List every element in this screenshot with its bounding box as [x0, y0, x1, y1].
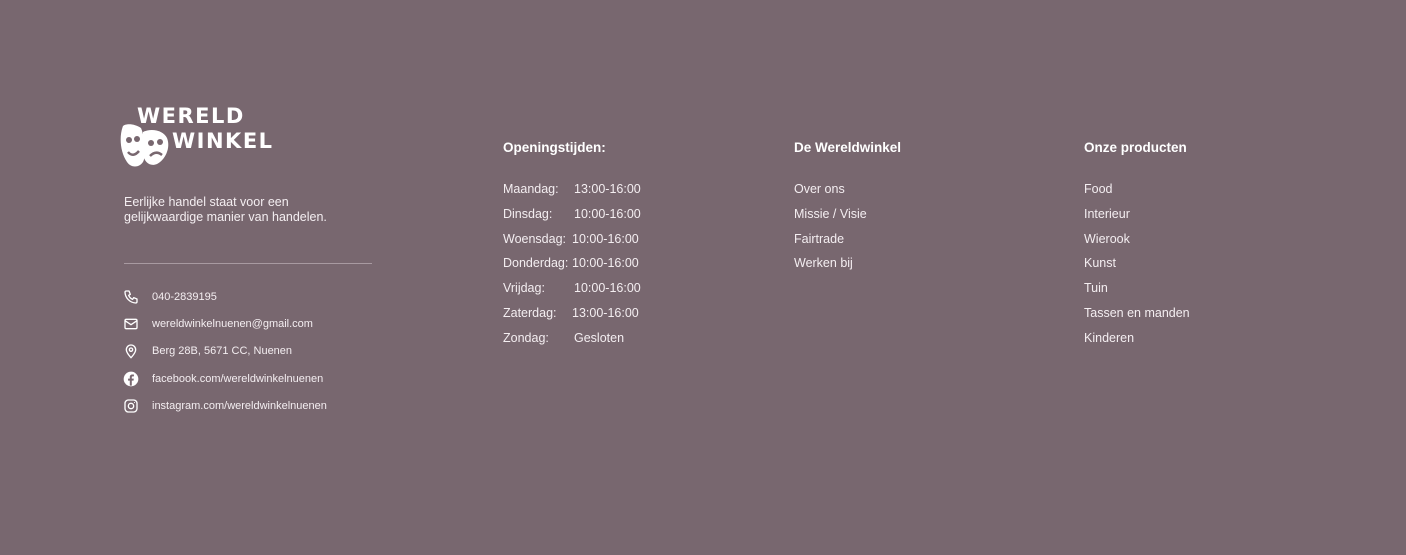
hours-time: 10:00-16:00: [572, 231, 639, 246]
phone-icon: [123, 289, 139, 305]
hours-row-sunday: Zondag: Gesloten: [503, 331, 673, 356]
contact-address[interactable]: Berg 28B, 5671 CC, Nuenen: [123, 338, 327, 365]
contact-email-text: wereldwinkelnuenen@gmail.com: [152, 317, 313, 330]
hours-row-friday: Vrijdag: 10:00-16:00: [503, 281, 673, 306]
instagram-icon: [123, 398, 139, 414]
link-werken-bij[interactable]: Werken bij: [794, 256, 867, 281]
about-links: Over ons Missie / Visie Fairtrade Werken…: [794, 182, 867, 281]
hours-time: 10:00-16:00: [574, 206, 641, 221]
hours-time: 13:00-16:00: [572, 305, 639, 320]
contact-phone[interactable]: 040-2839195: [123, 283, 327, 310]
contact-list: 040-2839195 wereldwinkelnuenen@gmail.com…: [123, 283, 327, 419]
logo-text-line1: WERELD: [137, 104, 245, 128]
logo-text-line2: WINKEL: [172, 129, 274, 153]
contact-address-text: Berg 28B, 5671 CC, Nuenen: [152, 345, 293, 358]
contact-email[interactable]: wereldwinkelnuenen@gmail.com: [123, 310, 327, 337]
hours-time: 10:00-16:00: [572, 256, 639, 271]
hours-day: Dinsdag:: [503, 206, 553, 221]
opening-hours-list: Maandag: 13:00-16:00 Dinsdag: 10:00-16:0…: [503, 182, 673, 356]
about-title: De Wereldwinkel: [794, 140, 902, 155]
link-fairtrade[interactable]: Fairtrade: [794, 232, 867, 257]
hours-row-saturday: Zaterdag: 13:00-16:00: [503, 306, 673, 331]
hours-day: Woensdag:: [503, 231, 567, 246]
hours-time: 10:00-16:00: [574, 281, 641, 296]
contact-instagram-text: instagram.com/wereldwinkelnuenen: [152, 399, 327, 412]
contact-facebook[interactable]: facebook.com/wereldwinkelnuenen: [123, 365, 327, 392]
hours-row-monday: Maandag: 13:00-16:00: [503, 182, 673, 207]
facebook-icon: [123, 371, 139, 387]
hours-day: Donderdag:: [503, 256, 569, 271]
hours-row-thursday: Donderdag: 10:00-16:00: [503, 256, 673, 281]
link-missie-visie[interactable]: Missie / Visie: [794, 207, 867, 232]
link-over-ons[interactable]: Over ons: [794, 182, 867, 207]
hours-day: Maandag:: [503, 182, 559, 196]
contact-phone-text: 040-2839195: [152, 290, 217, 303]
opening-hours-title: Openingstijden:: [503, 140, 606, 155]
link-tuin[interactable]: Tuin: [1084, 281, 1190, 306]
link-wierook[interactable]: Wierook: [1084, 232, 1190, 257]
wereldwinkel-logo[interactable]: WERELD WINKEL: [117, 104, 285, 170]
hours-time: Gesloten: [574, 330, 625, 345]
link-food[interactable]: Food: [1084, 182, 1190, 207]
contact-instagram[interactable]: instagram.com/wereldwinkelnuenen: [123, 392, 327, 419]
hours-row-tuesday: Dinsdag: 10:00-16:00: [503, 207, 673, 232]
link-kunst[interactable]: Kunst: [1084, 256, 1190, 281]
contact-facebook-text: facebook.com/wereldwinkelnuenen: [152, 372, 324, 385]
hours-day: Zaterdag:: [503, 305, 557, 320]
location-icon: [123, 343, 139, 359]
mail-icon: [123, 316, 139, 332]
hours-day: Vrijdag:: [503, 281, 545, 296]
products-title: Onze producten: [1084, 140, 1187, 155]
hours-day: Zondag:: [503, 330, 549, 345]
link-tassen-en-manden[interactable]: Tassen en manden: [1084, 306, 1190, 331]
link-kinderen[interactable]: Kinderen: [1084, 331, 1190, 356]
hours-time: 13:00-16:00: [574, 182, 641, 196]
products-links: Food Interieur Wierook Kunst Tuin Tassen…: [1084, 182, 1190, 356]
brand-tagline: Eerlijke handel staat voor een gelijkwaa…: [124, 195, 327, 224]
divider: [124, 263, 372, 264]
hours-row-wednesday: Woensdag: 10:00-16:00: [503, 232, 673, 257]
link-interieur[interactable]: Interieur: [1084, 207, 1190, 232]
